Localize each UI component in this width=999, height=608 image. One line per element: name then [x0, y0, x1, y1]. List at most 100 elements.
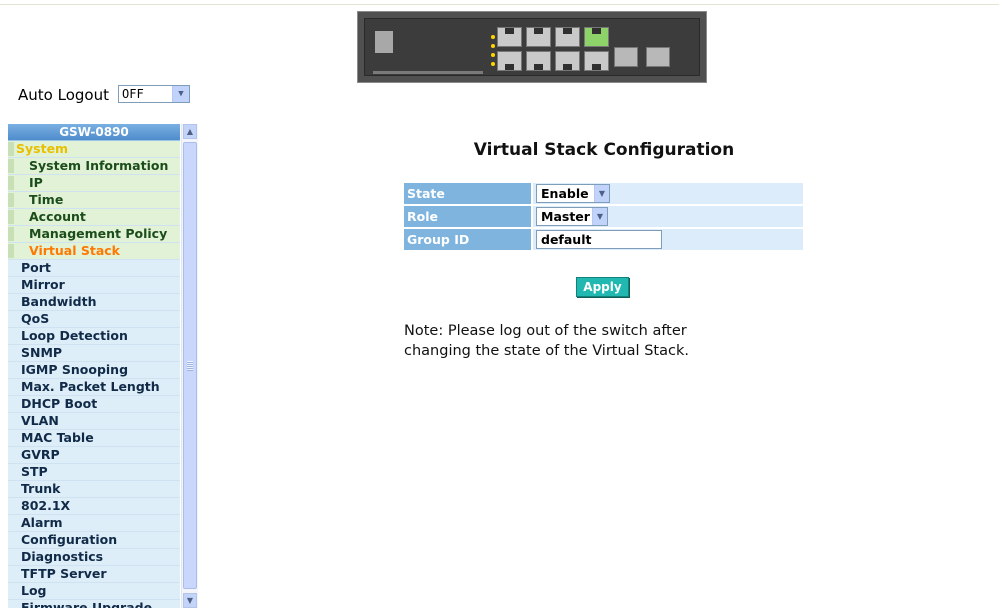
port-1-icon	[497, 27, 522, 47]
sidebar-item-label: IGMP Snooping	[21, 362, 129, 377]
state-select[interactable]: Enable ▼	[536, 184, 610, 203]
sidebar-tree: GSW-0890 System System Information IP Time A…	[8, 124, 180, 608]
sidebar-item-log[interactable]: Log	[8, 583, 180, 600]
sidebar-item-label: Mirror	[21, 277, 65, 292]
brand-logo-icon	[375, 31, 393, 53]
sidebar-item-label: 802.1X	[21, 498, 71, 513]
tree-marker-icon	[8, 193, 14, 207]
sidebar-item-label: GVRP	[21, 447, 60, 462]
sidebar-item-label: Configuration	[21, 532, 118, 547]
sidebar-item-system[interactable]: System	[8, 141, 180, 158]
state-row: State Enable ▼	[404, 183, 803, 206]
sidebar-item-firmware-upgrade[interactable]: Firmware Upgrade	[8, 600, 180, 608]
sidebar-item-dhcp-boot[interactable]: DHCP Boot	[8, 396, 180, 413]
switch-front-panel-image	[357, 11, 707, 83]
role-select[interactable]: Master ▼	[536, 207, 608, 226]
sidebar-item-trunk[interactable]: Trunk	[8, 481, 180, 498]
sidebar-item-label: Trunk	[21, 481, 61, 496]
port-8-icon	[584, 51, 609, 71]
chevron-down-icon[interactable]: ▼	[594, 185, 609, 202]
sidebar-item-loop-detection[interactable]: Loop Detection	[8, 328, 180, 345]
sidebar-item-label: DHCP Boot	[21, 396, 98, 411]
sidebar-item-label: Max. Packet Length	[21, 379, 160, 394]
sidebar-item-label: IP	[29, 175, 43, 190]
sidebar-item-label: Time	[29, 192, 64, 207]
sidebar-item-account[interactable]: Account	[8, 209, 180, 226]
panel-caption-strip	[373, 71, 483, 74]
apply-button[interactable]: Apply	[576, 277, 629, 297]
role-cell: Master ▼	[533, 206, 803, 227]
sidebar-item-label: SNMP	[21, 345, 63, 360]
group-id-cell: default	[533, 229, 803, 250]
sidebar-item-port[interactable]: Port	[8, 260, 180, 277]
sidebar-item-snmp[interactable]: SNMP	[8, 345, 180, 362]
chevron-down-icon[interactable]: ▼	[592, 208, 607, 225]
sfp-port-1-icon	[614, 47, 638, 67]
group-id-row: Group ID default	[404, 229, 803, 252]
sidebar-item-time[interactable]: Time	[8, 192, 180, 209]
sidebar-item-label: STP	[21, 464, 48, 479]
sidebar-item-label: MAC Table	[21, 430, 94, 445]
sidebar-item-qos[interactable]: QoS	[8, 311, 180, 328]
sidebar-item-label: Log	[21, 583, 47, 598]
sidebar-item-diagnostics[interactable]: Diagnostics	[8, 549, 180, 566]
sidebar-item-802-1x[interactable]: 802.1X	[8, 498, 180, 515]
switch-panel-body	[364, 18, 700, 76]
sidebar-item-bandwidth[interactable]: Bandwidth	[8, 294, 180, 311]
port-7-icon	[584, 27, 609, 47]
sidebar-item-label: Loop Detection	[21, 328, 128, 343]
tree-marker-icon	[8, 210, 14, 224]
sidebar-item-label: Port	[21, 260, 51, 275]
group-id-input[interactable]: default	[536, 230, 662, 249]
sfp-port-2-icon	[646, 47, 670, 67]
scroll-down-icon[interactable]: ▼	[183, 593, 197, 608]
port-4-icon	[526, 51, 551, 71]
sidebar-item-label: Firmware Upgrade	[21, 600, 153, 608]
top-divider	[0, 4, 999, 5]
sidebar-item-tftp-server[interactable]: TFTP Server	[8, 566, 180, 583]
sidebar-item-alarm[interactable]: Alarm	[8, 515, 180, 532]
sidebar-item-configuration[interactable]: Configuration	[8, 532, 180, 549]
sidebar-header[interactable]: GSW-0890	[8, 124, 180, 141]
role-row: Role Master ▼	[404, 206, 803, 229]
note-text: Note: Please log out of the switch after…	[404, 321, 784, 361]
sidebar-item-mac-table[interactable]: MAC Table	[8, 430, 180, 447]
auto-logout-select[interactable]: OFF ▼	[118, 85, 190, 103]
sidebar-item-mirror[interactable]: Mirror	[8, 277, 180, 294]
port-5-icon	[555, 27, 580, 47]
sidebar-item-system-information[interactable]: System Information	[8, 158, 180, 175]
role-value: Master	[541, 209, 590, 224]
sidebar-item-label: VLAN	[21, 413, 59, 428]
scroll-up-icon[interactable]: ▲	[183, 124, 197, 139]
note-line-1: Note: Please log out of the switch after	[404, 323, 687, 339]
sidebar-item-max-packet-length[interactable]: Max. Packet Length	[8, 379, 180, 396]
tree-marker-icon	[8, 142, 14, 156]
sidebar-item-label: QoS	[21, 311, 50, 326]
state-cell: Enable ▼	[533, 183, 803, 204]
sidebar-item-label: Alarm	[21, 515, 63, 530]
sidebar-scrollbar[interactable]: ▲ ▼	[181, 124, 198, 608]
sidebar-item-stp[interactable]: STP	[8, 464, 180, 481]
scrollbar-thumb[interactable]	[183, 142, 197, 589]
tree-marker-icon	[8, 227, 14, 241]
port-2-icon	[497, 51, 522, 71]
auto-logout-label: Auto Logout	[18, 86, 109, 104]
note-line-2: changing the state of the Virtual Stack.	[404, 343, 689, 359]
role-label: Role	[404, 206, 531, 227]
sidebar-item-label: System Information	[29, 158, 169, 173]
tree-marker-icon	[8, 159, 14, 173]
group-id-label: Group ID	[404, 229, 531, 250]
sidebar-item-label: TFTP Server	[21, 566, 107, 581]
sidebar-item-label: System	[16, 141, 69, 156]
tree-marker-icon	[8, 244, 14, 258]
sidebar-item-label: Virtual Stack	[29, 243, 120, 258]
sidebar-item-gvrp[interactable]: GVRP	[8, 447, 180, 464]
sidebar-item-vlan[interactable]: VLAN	[8, 413, 180, 430]
sidebar-item-label: Diagnostics	[21, 549, 104, 564]
sidebar-item-igmp-snooping[interactable]: IGMP Snooping	[8, 362, 180, 379]
sidebar-item-virtual-stack[interactable]: Virtual Stack	[8, 243, 180, 260]
chevron-down-icon[interactable]: ▼	[172, 86, 189, 102]
sidebar-item-ip[interactable]: IP	[8, 175, 180, 192]
sidebar-item-label: Management Policy	[29, 226, 168, 241]
sidebar-item-management-policy[interactable]: Management Policy	[8, 226, 180, 243]
